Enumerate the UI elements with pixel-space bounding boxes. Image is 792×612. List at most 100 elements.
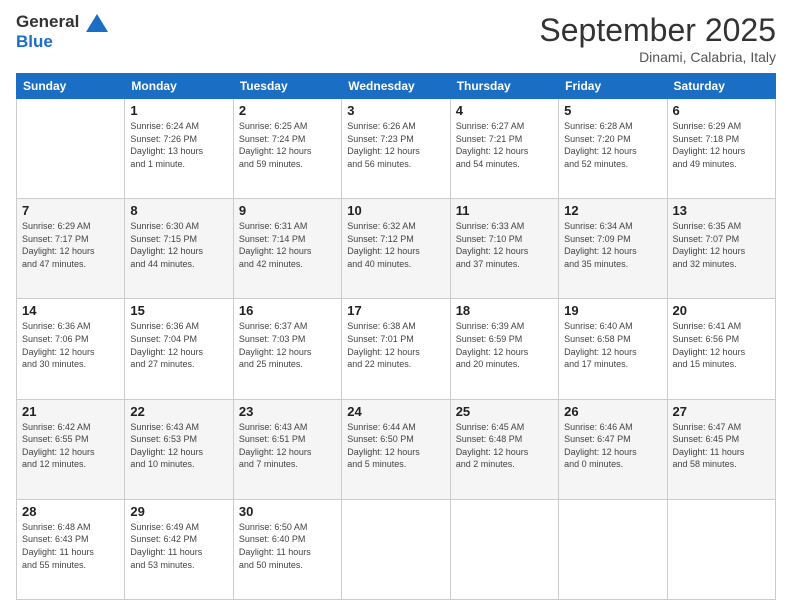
- calendar-week-row: 1Sunrise: 6:24 AMSunset: 7:26 PMDaylight…: [17, 99, 776, 199]
- day-info: Sunrise: 6:43 AMSunset: 6:53 PMDaylight:…: [130, 421, 227, 471]
- calendar-cell: 3 Sunrise: 6:26 AMSunset: 7:23 PMDaylight…: [342, 99, 450, 199]
- title-section: September 2025 Dinami, Calabria, Italy: [539, 12, 776, 65]
- logo-line1: General: [16, 12, 108, 32]
- day-info: Sunrise: 6:29 AMSunset: 7:18 PMDaylight:…: [673, 120, 770, 170]
- day-info: Sunrise: 6:49 AMSunset: 6:42 PMDaylight:…: [130, 521, 227, 571]
- day-number: 29: [130, 504, 227, 519]
- calendar-header-row: SundayMondayTuesdayWednesdayThursdayFrid…: [17, 74, 776, 99]
- day-info: Sunrise: 6:28 AMSunset: 7:20 PMDaylight:…: [564, 120, 661, 170]
- calendar-cell: 4Sunrise: 6:27 AMSunset: 7:21 PMDaylight…: [450, 99, 558, 199]
- calendar-cell: 30 Sunrise: 6:50 AMSunset: 6:40 PMDayligh…: [233, 499, 341, 599]
- day-number: 10: [347, 203, 444, 218]
- day-number: 3: [347, 103, 444, 118]
- month-title: September 2025: [539, 12, 776, 49]
- calendar-cell: 11Sunrise: 6:33 AMSunset: 7:10 PMDayligh…: [450, 199, 558, 299]
- calendar-week-row: 14 Sunrise: 6:36 AMSunset: 7:06 PMDayligh…: [17, 299, 776, 399]
- calendar-cell: 9Sunrise: 6:31 AMSunset: 7:14 PMDaylight…: [233, 199, 341, 299]
- calendar-week-row: 7 Sunrise: 6:29 AMSunset: 7:17 PMDaylight…: [17, 199, 776, 299]
- day-number: 18: [456, 303, 553, 318]
- day-number: 16: [239, 303, 336, 318]
- day-info: Sunrise: 6:50 AMSunset: 6:40 PMDaylight:…: [239, 521, 336, 571]
- calendar-cell: 18 Sunrise: 6:39 AMSunset: 6:59 PMDayligh…: [450, 299, 558, 399]
- day-info: Sunrise: 6:34 AMSunset: 7:09 PMDaylight:…: [564, 220, 661, 270]
- calendar-cell: 10 Sunrise: 6:32 AMSunset: 7:12 PMDayligh…: [342, 199, 450, 299]
- header: General Blue September 2025 Dinami, Cala…: [16, 12, 776, 65]
- day-number: 14: [22, 303, 119, 318]
- calendar-cell: 20 Sunrise: 6:41 AMSunset: 6:56 PMDayligh…: [667, 299, 775, 399]
- calendar-cell: [342, 499, 450, 599]
- calendar-cell: 8 Sunrise: 6:30 AMSunset: 7:15 PMDaylight…: [125, 199, 233, 299]
- calendar-week-row: 28Sunrise: 6:48 AMSunset: 6:43 PMDayligh…: [17, 499, 776, 599]
- day-number: 23: [239, 404, 336, 419]
- page: General Blue September 2025 Dinami, Cala…: [0, 0, 792, 612]
- day-number: 27: [673, 404, 770, 419]
- day-number: 24: [347, 404, 444, 419]
- day-info: Sunrise: 6:42 AMSunset: 6:55 PMDaylight:…: [22, 421, 119, 471]
- day-number: 7: [22, 203, 119, 218]
- logo: General Blue: [16, 12, 108, 51]
- weekday-header: Tuesday: [233, 74, 341, 99]
- day-number: 8: [130, 203, 227, 218]
- day-info: Sunrise: 6:43 AMSunset: 6:51 PMDaylight:…: [239, 421, 336, 471]
- calendar-cell: 7 Sunrise: 6:29 AMSunset: 7:17 PMDaylight…: [17, 199, 125, 299]
- day-info: Sunrise: 6:32 AMSunset: 7:12 PMDaylight:…: [347, 220, 444, 270]
- calendar-cell: 21 Sunrise: 6:42 AMSunset: 6:55 PMDayligh…: [17, 399, 125, 499]
- calendar-cell: 1Sunrise: 6:24 AMSunset: 7:26 PMDaylight…: [125, 99, 233, 199]
- day-info: Sunrise: 6:38 AMSunset: 7:01 PMDaylight:…: [347, 320, 444, 370]
- calendar-cell: 25Sunrise: 6:45 AMSunset: 6:48 PMDayligh…: [450, 399, 558, 499]
- day-info: Sunrise: 6:48 AMSunset: 6:43 PMDaylight:…: [22, 521, 119, 571]
- day-info: Sunrise: 6:30 AMSunset: 7:15 PMDaylight:…: [130, 220, 227, 270]
- day-number: 22: [130, 404, 227, 419]
- calendar-cell: 5 Sunrise: 6:28 AMSunset: 7:20 PMDaylight…: [559, 99, 667, 199]
- day-info: Sunrise: 6:45 AMSunset: 6:48 PMDaylight:…: [456, 421, 553, 471]
- calendar-cell: 12 Sunrise: 6:34 AMSunset: 7:09 PMDayligh…: [559, 199, 667, 299]
- day-info: Sunrise: 6:47 AMSunset: 6:45 PMDaylight:…: [673, 421, 770, 471]
- logo-line2: Blue: [16, 32, 108, 52]
- weekday-header: Thursday: [450, 74, 558, 99]
- weekday-header: Wednesday: [342, 74, 450, 99]
- calendar-cell: [559, 499, 667, 599]
- calendar-cell: 2Sunrise: 6:25 AMSunset: 7:24 PMDaylight…: [233, 99, 341, 199]
- day-info: Sunrise: 6:33 AMSunset: 7:10 PMDaylight:…: [456, 220, 553, 270]
- day-info: Sunrise: 6:41 AMSunset: 6:56 PMDaylight:…: [673, 320, 770, 370]
- calendar-cell: 6 Sunrise: 6:29 AMSunset: 7:18 PMDaylight…: [667, 99, 775, 199]
- calendar-week-row: 21 Sunrise: 6:42 AMSunset: 6:55 PMDayligh…: [17, 399, 776, 499]
- day-info: Sunrise: 6:36 AMSunset: 7:06 PMDaylight:…: [22, 320, 119, 370]
- calendar-cell: 27 Sunrise: 6:47 AMSunset: 6:45 PMDayligh…: [667, 399, 775, 499]
- calendar-cell: 24 Sunrise: 6:44 AMSunset: 6:50 PMDayligh…: [342, 399, 450, 499]
- day-number: 21: [22, 404, 119, 419]
- calendar-cell: 28Sunrise: 6:48 AMSunset: 6:43 PMDayligh…: [17, 499, 125, 599]
- calendar-cell: 22 Sunrise: 6:43 AMSunset: 6:53 PMDayligh…: [125, 399, 233, 499]
- location: Dinami, Calabria, Italy: [539, 49, 776, 65]
- day-number: 12: [564, 203, 661, 218]
- calendar-cell: [450, 499, 558, 599]
- day-number: 9: [239, 203, 336, 218]
- calendar-cell: 17Sunrise: 6:38 AMSunset: 7:01 PMDayligh…: [342, 299, 450, 399]
- day-number: 6: [673, 103, 770, 118]
- logo-content: General Blue: [16, 12, 108, 51]
- calendar-cell: 26Sunrise: 6:46 AMSunset: 6:47 PMDayligh…: [559, 399, 667, 499]
- day-number: 19: [564, 303, 661, 318]
- day-number: 20: [673, 303, 770, 318]
- day-number: 4: [456, 103, 553, 118]
- day-number: 15: [130, 303, 227, 318]
- day-number: 5: [564, 103, 661, 118]
- weekday-header: Sunday: [17, 74, 125, 99]
- day-number: 13: [673, 203, 770, 218]
- day-info: Sunrise: 6:35 AMSunset: 7:07 PMDaylight:…: [673, 220, 770, 270]
- day-info: Sunrise: 6:36 AMSunset: 7:04 PMDaylight:…: [130, 320, 227, 370]
- calendar-cell: [667, 499, 775, 599]
- calendar-cell: 23 Sunrise: 6:43 AMSunset: 6:51 PMDayligh…: [233, 399, 341, 499]
- day-info: Sunrise: 6:44 AMSunset: 6:50 PMDaylight:…: [347, 421, 444, 471]
- day-info: Sunrise: 6:26 AMSunset: 7:23 PMDaylight:…: [347, 120, 444, 170]
- calendar-cell: 15 Sunrise: 6:36 AMSunset: 7:04 PMDayligh…: [125, 299, 233, 399]
- day-info: Sunrise: 6:37 AMSunset: 7:03 PMDaylight:…: [239, 320, 336, 370]
- weekday-header: Monday: [125, 74, 233, 99]
- calendar-cell: [17, 99, 125, 199]
- day-info: Sunrise: 6:24 AMSunset: 7:26 PMDaylight:…: [130, 120, 227, 170]
- day-info: Sunrise: 6:29 AMSunset: 7:17 PMDaylight:…: [22, 220, 119, 270]
- day-info: Sunrise: 6:39 AMSunset: 6:59 PMDaylight:…: [456, 320, 553, 370]
- day-info: Sunrise: 6:46 AMSunset: 6:47 PMDaylight:…: [564, 421, 661, 471]
- calendar-cell: 19Sunrise: 6:40 AMSunset: 6:58 PMDayligh…: [559, 299, 667, 399]
- day-number: 30: [239, 504, 336, 519]
